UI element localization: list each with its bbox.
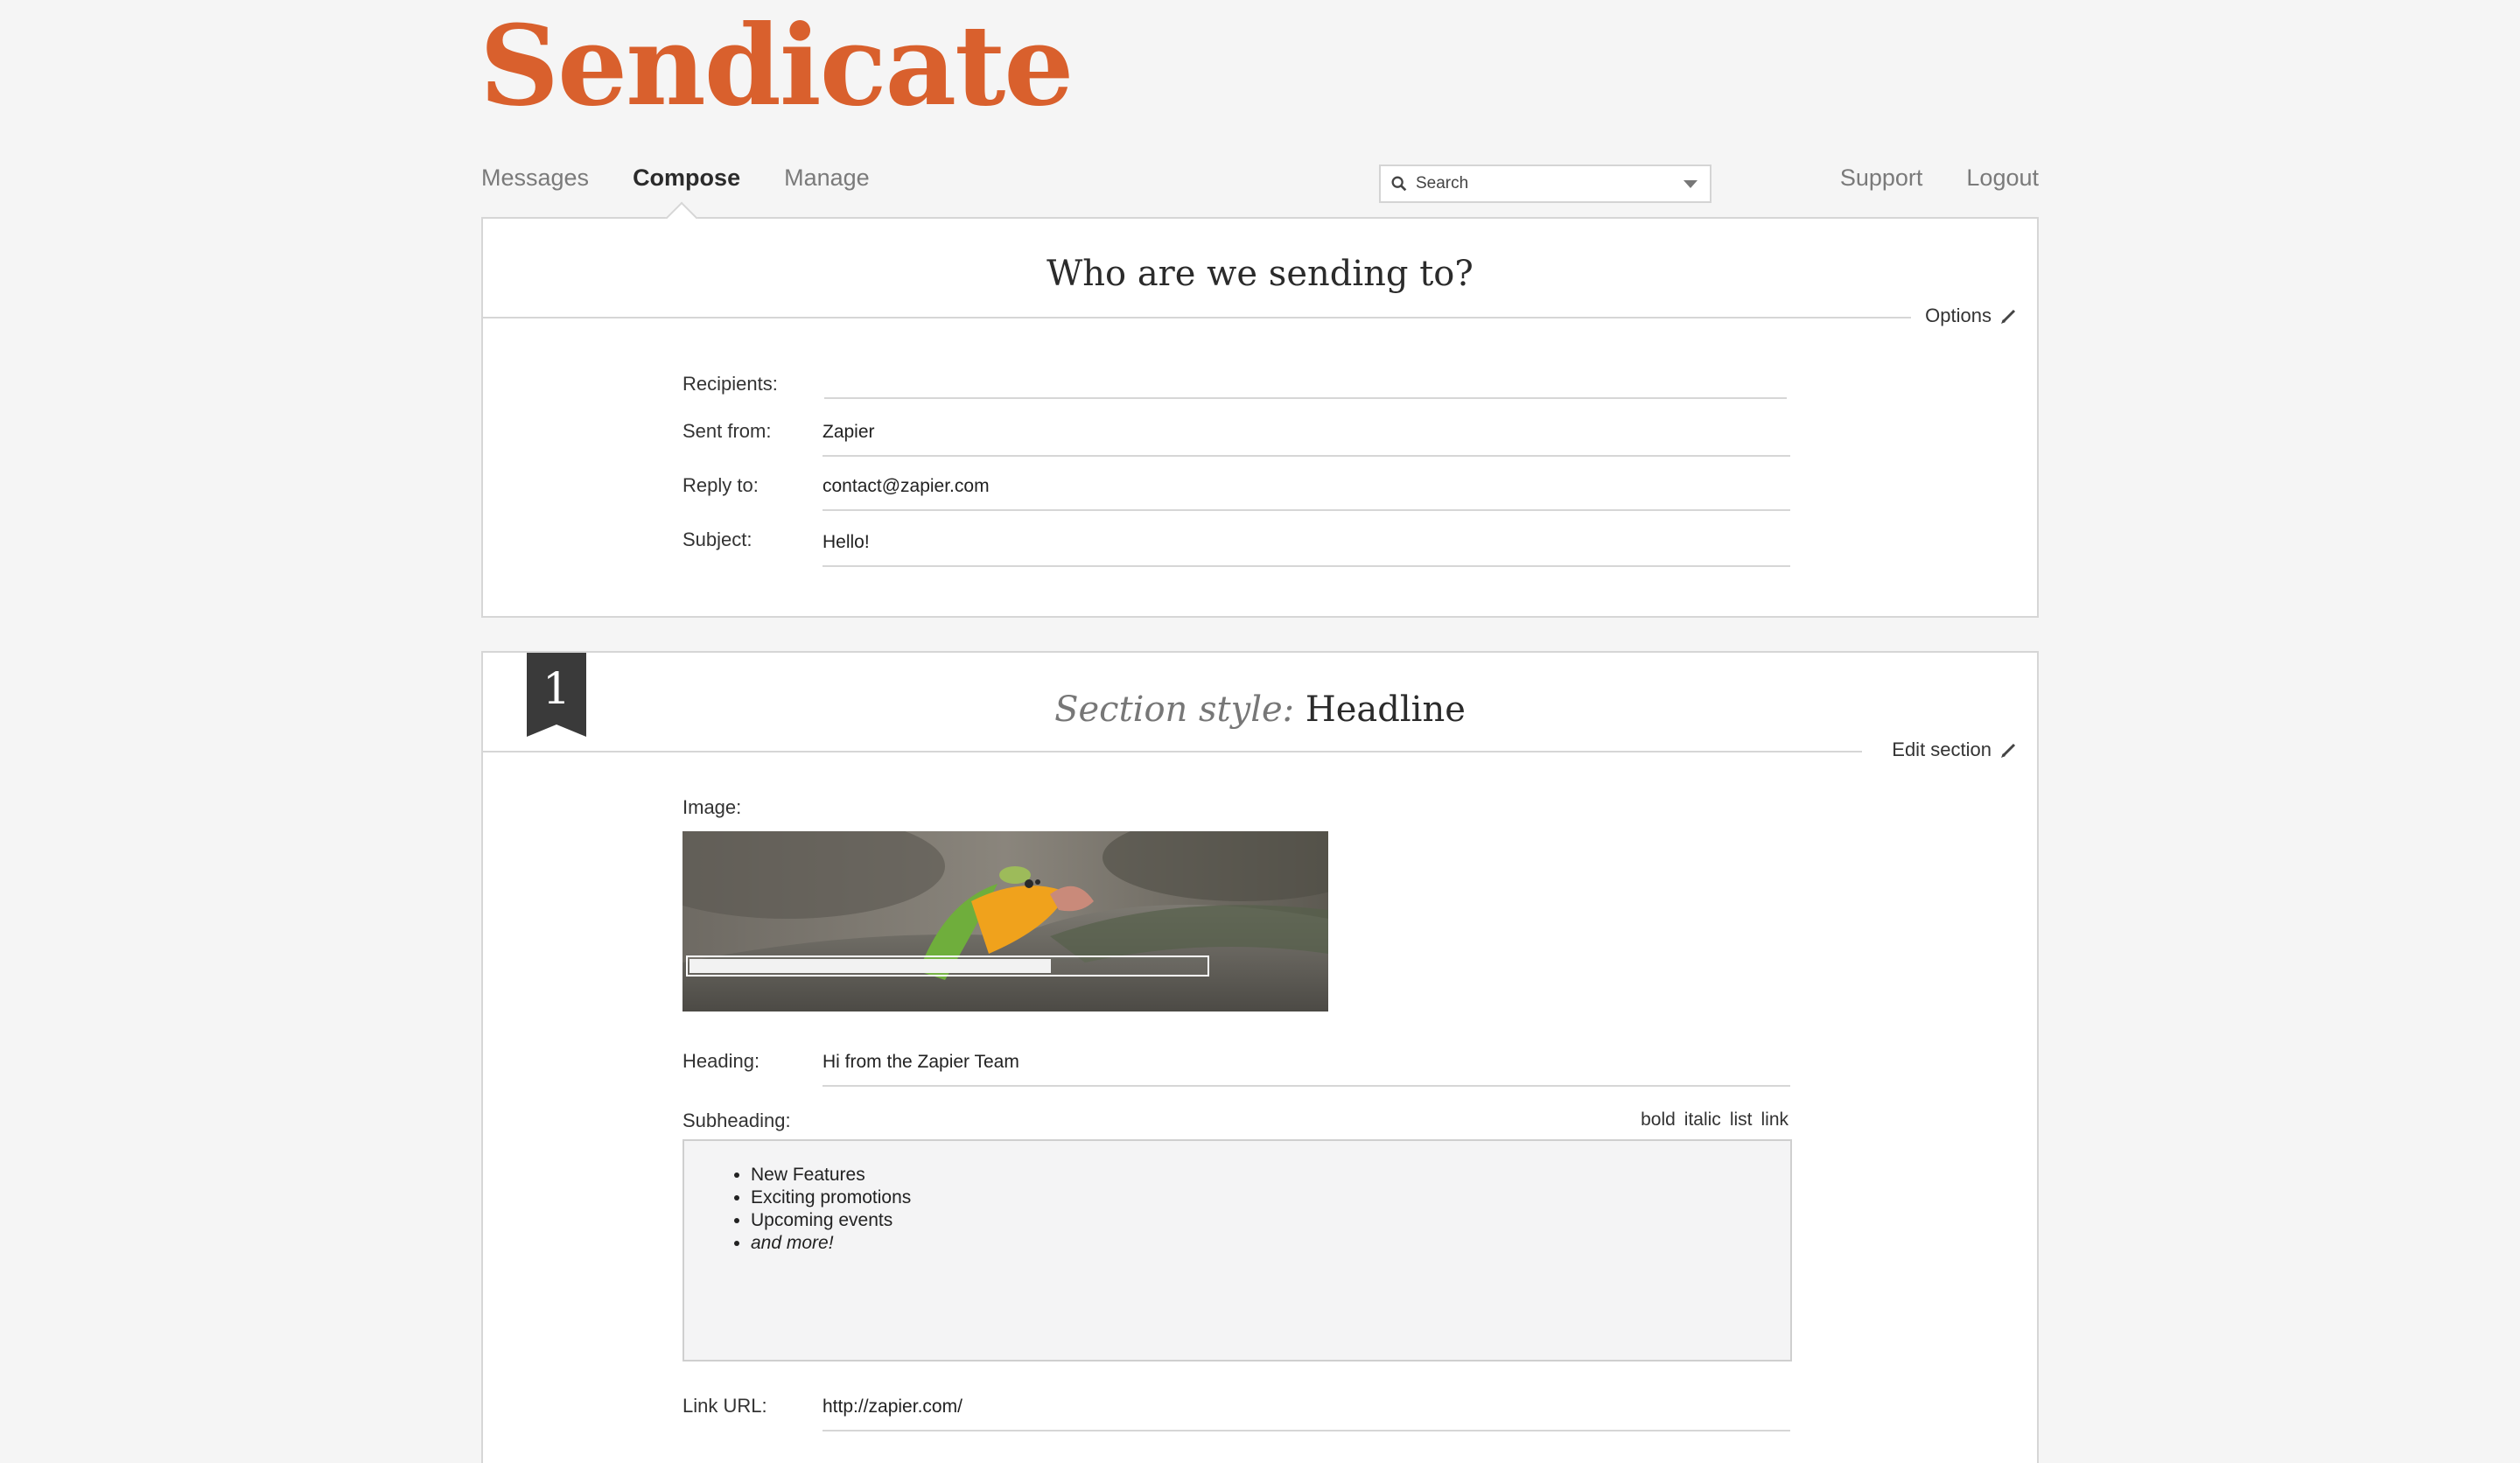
recipients-title: Who are we sending to? — [1046, 254, 1474, 294]
options-button[interactable]: Options — [1925, 304, 2018, 327]
subject-field[interactable]: Hello! — [822, 532, 1790, 567]
subheading-list: New Features Exciting promotions Upcomin… — [751, 1164, 1790, 1255]
divider — [483, 317, 1911, 318]
edit-section-label: Edit section — [1892, 738, 1992, 760]
sent-from-field[interactable]: Zapier — [822, 422, 1790, 457]
upload-progress-bar — [686, 956, 1209, 976]
link-url-label: Link URL: — [682, 1395, 767, 1417]
list-item: Upcoming events — [751, 1209, 1790, 1232]
subheading-editor[interactable]: New Features Exciting promotions Upcomin… — [682, 1139, 1792, 1362]
recipients-label: Recipients: — [682, 373, 778, 395]
recipients-panel: Who are we sending to? Options Recipient… — [481, 217, 2039, 618]
section-image[interactable] — [682, 831, 1328, 1012]
list-item: Exciting promotions — [751, 1186, 1790, 1209]
subject-label: Subject: — [682, 528, 752, 550]
upload-progress-fill — [690, 959, 1051, 973]
reply-to-field[interactable]: contact@zapier.com — [822, 476, 1790, 511]
format-toolbar: bold italic list link — [1641, 1110, 1788, 1130]
account-nav: Support Logout — [1840, 164, 2039, 192]
nav-compose[interactable]: Compose — [633, 164, 740, 192]
brand-logo[interactable]: Sendicate — [480, 0, 1074, 131]
heading-field[interactable]: Hi from the Zapier Team — [822, 1052, 1790, 1087]
support-link[interactable]: Support — [1840, 164, 1923, 192]
section-style-prefix: Section style: — [1054, 690, 1295, 730]
link-button[interactable]: link — [1760, 1110, 1788, 1130]
main-nav: Messages Compose Manage — [481, 164, 870, 192]
logout-link[interactable]: Logout — [1966, 164, 2039, 192]
list-button[interactable]: list — [1730, 1110, 1753, 1130]
divider — [483, 751, 1862, 752]
search-placeholder: Search — [1416, 174, 1469, 192]
search-input[interactable]: Search — [1379, 164, 1712, 203]
heading-label: Heading: — [682, 1050, 760, 1072]
link-url-field[interactable]: http://zapier.com/ — [822, 1396, 1790, 1432]
options-label: Options — [1925, 304, 1992, 326]
section-style-name: Headline — [1305, 690, 1466, 730]
image-label: Image: — [682, 796, 742, 818]
section-panel: 1 Section style: Headline Edit section I… — [481, 651, 2039, 1463]
section-style-title: Section style: Headline — [483, 690, 2037, 730]
list-item: New Features — [751, 1164, 1790, 1186]
pencil-icon — [2001, 309, 2016, 324]
search-icon — [1391, 176, 1407, 192]
recipients-field[interactable] — [824, 364, 1787, 399]
bold-button[interactable]: bold — [1641, 1110, 1676, 1130]
nav-messages[interactable]: Messages — [481, 164, 589, 192]
sent-from-label: Sent from: — [682, 420, 772, 442]
pencil-icon — [2001, 743, 2016, 758]
reply-to-label: Reply to: — [682, 474, 759, 496]
list-item: and more! — [751, 1232, 1790, 1255]
chevron-down-icon[interactable] — [1684, 180, 1698, 188]
edit-section-button[interactable]: Edit section — [1892, 738, 2018, 761]
subheading-label: Subheading: — [682, 1110, 791, 1131]
nav-manage[interactable]: Manage — [784, 164, 870, 192]
plant-photo — [682, 831, 1328, 1012]
italic-button[interactable]: italic — [1684, 1110, 1721, 1130]
